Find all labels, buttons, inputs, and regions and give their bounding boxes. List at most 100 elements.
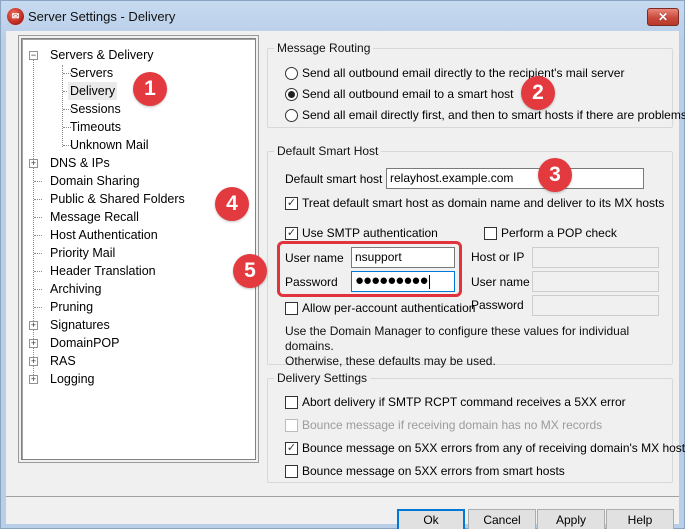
tree-connector	[34, 271, 42, 272]
bounce-smart-host-5xx-checkbox-row[interactable]: Bounce message on 5XX errors from smart …	[285, 464, 565, 478]
routing-option-direct[interactable]: Send all outbound email directly to the …	[285, 66, 624, 80]
tree-item-domain-sharing[interactable]: Domain Sharing	[48, 172, 142, 190]
bounce-no-mx-label: Bounce message if receiving domain has n…	[302, 418, 603, 432]
tree-item-servers[interactable]: Servers	[68, 64, 115, 82]
checkbox-disabled	[285, 418, 298, 432]
collapse-icon[interactable]: −	[29, 51, 38, 60]
bounce-no-mx-checkbox-row: Bounce message if receiving domain has n…	[285, 418, 602, 432]
annotation-badge-5: 5	[233, 254, 267, 288]
allow-per-account-label: Allow per-account authentication	[302, 301, 476, 315]
routing-option-label: Send all outbound email to a smart host	[302, 87, 514, 101]
pop-password-label: Password	[471, 298, 524, 312]
expand-icon[interactable]: +	[29, 321, 38, 330]
tree-connector	[34, 289, 42, 290]
checkbox-checked[interactable]: ✓	[285, 196, 298, 210]
tree-item-host-authentication[interactable]: Host Authentication	[48, 226, 160, 244]
apply-button[interactable]: Apply	[537, 509, 605, 529]
tree-item-message-recall[interactable]: Message Recall	[48, 208, 141, 226]
tree-connector	[34, 181, 42, 182]
tree-connector	[34, 217, 42, 218]
tree-item-timeouts[interactable]: Timeouts	[68, 118, 123, 136]
checkbox-unchecked[interactable]	[285, 395, 298, 409]
use-smtp-auth-label: Use SMTP authentication	[302, 226, 438, 240]
radio-button-selected[interactable]	[285, 87, 298, 101]
bounce-mx-5xx-checkbox-row[interactable]: ✓ Bounce message on 5XX errors from any …	[285, 441, 685, 455]
domain-manager-note: Use the Domain Manager to configure thes…	[285, 324, 672, 369]
abort-delivery-checkbox-row[interactable]: Abort delivery if SMTP RCPT command rece…	[285, 395, 626, 409]
default-smart-host-label: Default smart host	[285, 172, 383, 186]
annotation-highlight-box	[277, 241, 462, 297]
tree-line	[62, 65, 63, 147]
tree-connector	[34, 199, 42, 200]
allow-per-account-checkbox-row[interactable]: Allow per-account authentication	[285, 301, 475, 315]
cancel-button[interactable]: Cancel	[468, 509, 536, 529]
tree-item-archiving[interactable]: Archiving	[48, 280, 103, 298]
close-icon: ✕	[657, 10, 669, 24]
tree-item-sessions[interactable]: Sessions	[68, 100, 123, 118]
pop-password-input[interactable]	[532, 295, 659, 316]
tree-connector	[34, 253, 42, 254]
bounce-mx-5xx-label: Bounce message on 5XX errors from any of…	[302, 441, 685, 455]
tree-item-unknown-mail[interactable]: Unknown Mail	[68, 136, 151, 154]
pop-username-input[interactable]	[532, 271, 659, 292]
pop-check-checkbox-row[interactable]: Perform a POP check	[484, 226, 617, 240]
checkbox-unchecked[interactable]	[484, 226, 497, 240]
tree-item-priority-mail[interactable]: Priority Mail	[48, 244, 117, 262]
routing-option-direct-then-smart[interactable]: Send all email directly first, and then …	[285, 108, 685, 122]
expand-icon[interactable]: +	[29, 375, 38, 384]
pop-host-input[interactable]	[532, 247, 659, 268]
treat-as-domain-checkbox-row[interactable]: ✓ Treat default smart host as domain nam…	[285, 196, 664, 210]
tree-connector	[34, 235, 42, 236]
tree-item-logging[interactable]: Logging	[48, 370, 97, 388]
server-settings-window: ✉ Server Settings - Delivery ✕ − Servers…	[0, 0, 685, 529]
note-line: Otherwise, these defaults may be used.	[285, 354, 496, 368]
pop-check-label: Perform a POP check	[501, 226, 617, 240]
routing-option-label: Send all outbound email directly to the …	[302, 66, 625, 80]
annotation-badge-2: 2	[521, 76, 555, 110]
pop-username-label: User name	[471, 275, 530, 289]
delivery-settings-group: Delivery Settings Abort delivery if SMTP…	[267, 371, 685, 483]
checkbox-checked[interactable]: ✓	[285, 441, 298, 455]
message-routing-group: Message Routing Send all outbound email …	[267, 41, 685, 128]
mdaemon-envelope-icon: ✉	[7, 8, 24, 25]
tree-item-header-translation[interactable]: Header Translation	[48, 262, 158, 280]
expand-icon[interactable]: +	[29, 159, 38, 168]
tree-item-pruning[interactable]: Pruning	[48, 298, 95, 316]
dialog-client-area: − Servers & Delivery Servers Delivery Se…	[6, 31, 685, 529]
checkbox-checked[interactable]: ✓	[285, 226, 298, 240]
tree-item-delivery[interactable]: Delivery	[68, 82, 118, 100]
bounce-smart-host-5xx-label: Bounce message on 5XX errors from smart …	[302, 464, 565, 478]
tree-item-domainpop[interactable]: DomainPOP	[48, 334, 121, 352]
footer-separator	[6, 496, 679, 497]
close-button[interactable]: ✕	[647, 8, 679, 26]
default-smart-host-title: Default Smart Host	[274, 144, 382, 158]
expand-icon[interactable]: +	[29, 357, 38, 366]
annotation-badge-3: 3	[538, 158, 572, 192]
note-line: Use the Domain Manager to configure thes…	[285, 324, 630, 353]
checkbox-unchecked[interactable]	[285, 464, 298, 478]
help-button[interactable]: Help	[606, 509, 674, 529]
title-bar[interactable]: ✉ Server Settings - Delivery ✕	[1, 1, 684, 31]
expand-icon[interactable]: +	[29, 339, 38, 348]
default-smart-host-input[interactable]: relayhost.example.com	[386, 168, 644, 189]
default-smart-host-group: Default Smart Host Default smart host re…	[267, 144, 673, 368]
radio-button[interactable]	[285, 108, 298, 122]
message-routing-title: Message Routing	[274, 41, 374, 55]
routing-option-label: Send all email directly first, and then …	[302, 108, 685, 122]
tree-item-servers-delivery[interactable]: Servers & Delivery	[48, 46, 156, 64]
radio-button[interactable]	[285, 66, 298, 80]
tree-item-signatures[interactable]: Signatures	[48, 316, 112, 334]
tree-item-dns-ips[interactable]: DNS & IPs	[48, 154, 112, 172]
use-smtp-auth-checkbox-row[interactable]: ✓ Use SMTP authentication	[285, 226, 438, 240]
delivery-settings-title: Delivery Settings	[274, 371, 371, 385]
routing-option-smart-host[interactable]: Send all outbound email to a smart host	[285, 87, 513, 101]
tree-item-ras[interactable]: RAS	[48, 352, 78, 370]
pop-host-label: Host or IP	[471, 250, 525, 264]
tree-item-public-shared-folders[interactable]: Public & Shared Folders	[48, 190, 187, 208]
window-title: Server Settings - Delivery	[28, 9, 176, 24]
checkbox-unchecked[interactable]	[285, 301, 298, 315]
annotation-badge-4: 4	[215, 187, 249, 221]
treat-as-domain-label: Treat default smart host as domain name …	[302, 196, 665, 210]
ok-button[interactable]: Ok	[397, 509, 465, 529]
tree-connector	[34, 307, 42, 308]
